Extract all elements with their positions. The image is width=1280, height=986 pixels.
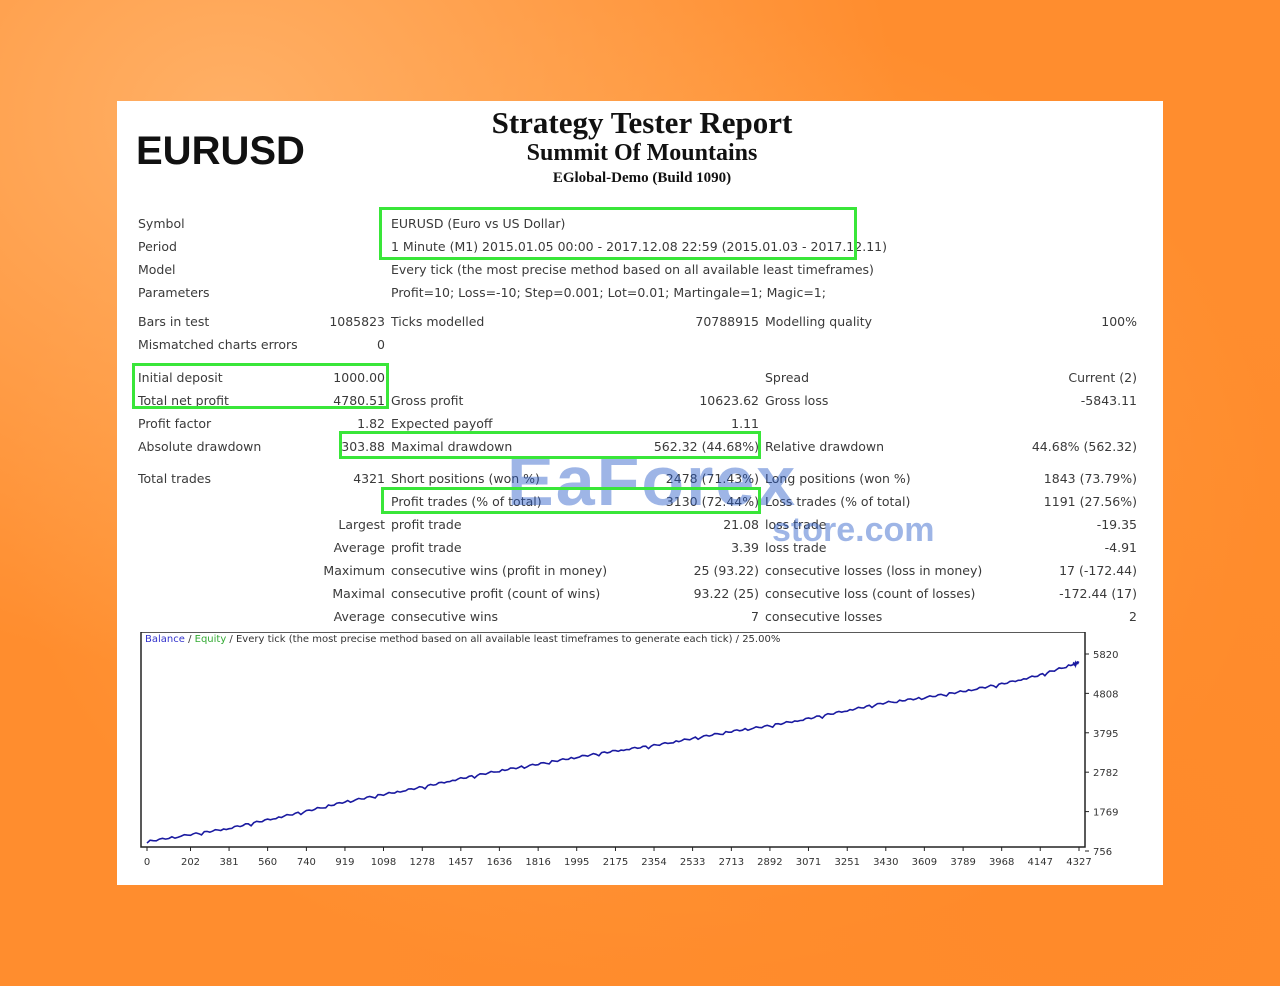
profitfactor-value: 1.82 xyxy=(357,416,385,431)
x-tick-label: 0 xyxy=(144,857,150,868)
ea-name: Summit Of Mountains xyxy=(526,140,758,166)
quality-value: 100% xyxy=(1101,314,1137,329)
x-tick-label: 4147 xyxy=(1028,857,1053,868)
highlight-box-profit-trades xyxy=(381,487,761,514)
watermark-domain: store.com xyxy=(772,511,935,549)
mismatch-value: 0 xyxy=(377,337,385,352)
long-value: 1843 (73.79%) xyxy=(1043,471,1137,486)
bars-label: Bars in test xyxy=(138,314,210,329)
grossprofit-label: Gross profit xyxy=(391,393,464,408)
parameters-label: Parameters xyxy=(138,285,210,300)
x-tick-label: 3430 xyxy=(873,857,898,868)
highlight-box-symbol-period xyxy=(379,207,857,260)
x-tick-label: 3251 xyxy=(835,857,860,868)
x-tick-label: 3609 xyxy=(912,857,937,868)
spread-label: Spread xyxy=(765,370,810,385)
maximal-loss-label: consecutive loss (count of losses) xyxy=(765,586,976,601)
parameters-value: Profit=10; Loss=-10; Step=0.001; Lot=0.0… xyxy=(391,285,826,300)
x-tick-label: 202 xyxy=(181,857,200,868)
reldd-value: 44.68% (562.32) xyxy=(1031,439,1137,454)
profitfactor-label: Profit factor xyxy=(138,416,212,431)
y-tick-label: 2782 xyxy=(1093,768,1118,779)
average-profit-label: profit trade xyxy=(391,540,462,555)
highlight-box-drawdown xyxy=(339,431,761,459)
y-tick-label: 756 xyxy=(1093,847,1112,858)
grossprofit-value: 10623.62 xyxy=(699,393,759,408)
maximal-profit-label: consecutive profit (count of wins) xyxy=(391,586,601,601)
average-loss-value: -4.91 xyxy=(1104,540,1137,555)
avg-wins-label: consecutive wins xyxy=(391,609,499,624)
avg-losses-label: consecutive losses xyxy=(765,609,883,624)
y-tick-label: 5820 xyxy=(1093,650,1118,661)
x-tick-label: 381 xyxy=(220,857,239,868)
average-label: Average xyxy=(333,540,385,555)
x-tick-label: 919 xyxy=(335,857,354,868)
largest-loss-value: -19.35 xyxy=(1096,517,1137,532)
x-tick-label: 740 xyxy=(297,857,316,868)
quality-label: Modelling quality xyxy=(765,314,873,329)
x-tick-label: 2892 xyxy=(757,857,782,868)
maximal-label: Maximal xyxy=(332,586,385,601)
symbol-label: Symbol xyxy=(138,216,185,231)
highlight-box-deposit-profit xyxy=(132,363,389,409)
max-losses-value: 17 (-172.44) xyxy=(1059,563,1137,578)
losstrades-value: 1191 (27.56%) xyxy=(1043,494,1137,509)
maximum-label: Maximum xyxy=(323,563,385,578)
y-tick-label: 4808 xyxy=(1093,689,1118,700)
period-label: Period xyxy=(138,239,177,254)
balance-chart: 0 202 381 560 740 919 1098 1278 1457 1636 1816 1995… xyxy=(140,632,1118,868)
largest-profit-label: profit trade xyxy=(391,517,462,532)
grossloss-value: -5843.11 xyxy=(1080,393,1137,408)
spread-value: Current (2) xyxy=(1068,370,1137,385)
largest-label: Largest xyxy=(338,517,385,532)
x-tick-label: 3968 xyxy=(989,857,1014,868)
model-label: Model xyxy=(138,262,176,277)
x-tick-label: 560 xyxy=(258,857,277,868)
x-tick-label: 2713 xyxy=(719,857,744,868)
strategy-report: EURUSD Strategy Tester Report Summit Of … xyxy=(117,101,1163,885)
ticks-label: Ticks modelled xyxy=(391,314,485,329)
chart-legend: Balance / Equity / Every tick (the most … xyxy=(145,634,780,645)
x-tick-label: 1278 xyxy=(410,857,435,868)
report-title: Strategy Tester Report xyxy=(491,105,793,140)
grossloss-label: Gross loss xyxy=(765,393,829,408)
bars-value: 1085823 xyxy=(329,314,385,329)
trades-value: 4321 xyxy=(353,471,385,486)
x-tick-label: 2533 xyxy=(680,857,705,868)
ticks-value: 70788915 xyxy=(695,314,759,329)
x-tick-label: 2354 xyxy=(641,857,666,868)
y-tick-label: 3795 xyxy=(1093,729,1118,740)
payoff-value: 1.11 xyxy=(731,416,759,431)
legend-separator: / xyxy=(184,634,195,645)
x-tick-label: 1816 xyxy=(525,857,550,868)
x-tick-label: 3789 xyxy=(950,857,975,868)
avg-consec-label: Average xyxy=(333,609,385,624)
max-wins-value: 25 (93.22) xyxy=(693,563,759,578)
maximal-profit-value: 93.22 (25) xyxy=(693,586,759,601)
server-build: EGlobal-Demo (Build 1090) xyxy=(552,170,732,186)
mismatch-label: Mismatched charts errors xyxy=(138,337,298,352)
x-tick-label: 1098 xyxy=(371,857,396,868)
x-tick-label: 4327 xyxy=(1066,857,1091,868)
payoff-label: Expected payoff xyxy=(391,416,493,431)
legend-equity: Equity xyxy=(194,634,227,645)
x-tick-label: 1457 xyxy=(448,857,473,868)
plot-frame xyxy=(140,632,1086,848)
x-tick-label: 1636 xyxy=(487,857,512,868)
legend-balance: Balance xyxy=(145,634,185,645)
x-tick-label: 1995 xyxy=(564,857,589,868)
avg-losses-value: 2 xyxy=(1129,609,1137,624)
legend-description: / Every tick (the most precise method ba… xyxy=(226,634,781,645)
x-tick-label: 3071 xyxy=(796,857,821,868)
maximal-loss-value: -172.44 (17) xyxy=(1059,586,1137,601)
model-value: Every tick (the most precise method base… xyxy=(391,262,874,277)
y-tick-label: 1769 xyxy=(1093,808,1118,819)
avg-wins-value: 7 xyxy=(751,609,759,624)
max-losses-label: consecutive losses (loss in money) xyxy=(765,563,983,578)
absdd-label: Absolute drawdown xyxy=(138,439,262,454)
trades-label: Total trades xyxy=(138,471,212,486)
max-wins-label: consecutive wins (profit in money) xyxy=(391,563,608,578)
average-profit-value: 3.39 xyxy=(731,540,759,555)
x-tick-label: 2175 xyxy=(603,857,628,868)
